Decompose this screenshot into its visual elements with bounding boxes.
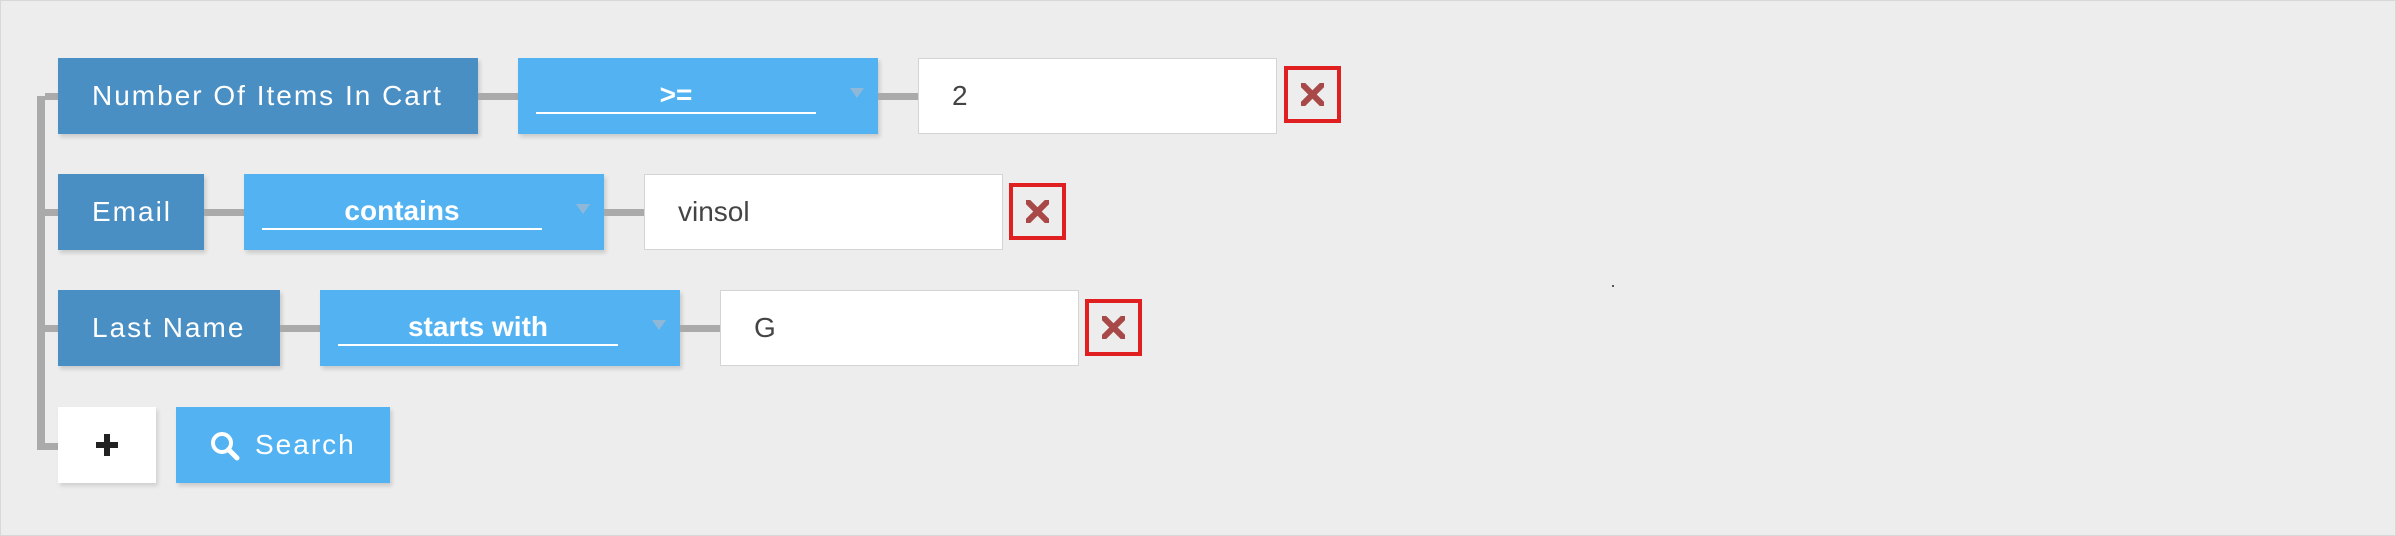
search-icon (211, 432, 240, 461)
operator-value: >= (536, 76, 816, 114)
search-button-label: Search (255, 429, 356, 460)
plus-icon (96, 434, 118, 456)
field-selector[interactable]: Number Of Items In Cart (58, 58, 478, 134)
operator-value: starts with (338, 308, 618, 346)
operator-select[interactable]: >= (518, 58, 878, 134)
search-button[interactable]: Search (176, 407, 390, 483)
connector-line (45, 209, 59, 216)
value-input[interactable]: G (720, 290, 1079, 366)
value-input[interactable]: vinsol (644, 174, 1003, 250)
add-condition-button[interactable] (58, 407, 156, 483)
close-icon (1301, 83, 1324, 106)
chevron-down-icon (576, 204, 590, 214)
connector-line (478, 93, 518, 100)
connector-line (45, 443, 59, 450)
chevron-down-icon (652, 320, 666, 330)
field-selector[interactable]: Last Name (58, 290, 280, 366)
stray-dot (1612, 285, 1614, 287)
operator-value: contains (262, 192, 542, 230)
remove-condition-button[interactable] (1009, 183, 1066, 240)
operator-select[interactable]: contains (244, 174, 604, 250)
connector-line (45, 325, 59, 332)
connector-line (204, 209, 244, 216)
connector-line (280, 325, 320, 332)
operator-select[interactable]: starts with (320, 290, 680, 366)
connector-line (45, 93, 59, 100)
connector-line (878, 93, 918, 100)
close-icon (1026, 200, 1049, 223)
connector-line (680, 325, 720, 332)
connector-line (604, 209, 644, 216)
tree-connector (37, 96, 45, 450)
value-input[interactable]: 2 (918, 58, 1277, 134)
chevron-down-icon (850, 88, 864, 98)
close-icon (1102, 316, 1125, 339)
field-selector[interactable]: Email (58, 174, 204, 250)
remove-condition-button[interactable] (1085, 299, 1142, 356)
remove-condition-button[interactable] (1284, 66, 1341, 123)
